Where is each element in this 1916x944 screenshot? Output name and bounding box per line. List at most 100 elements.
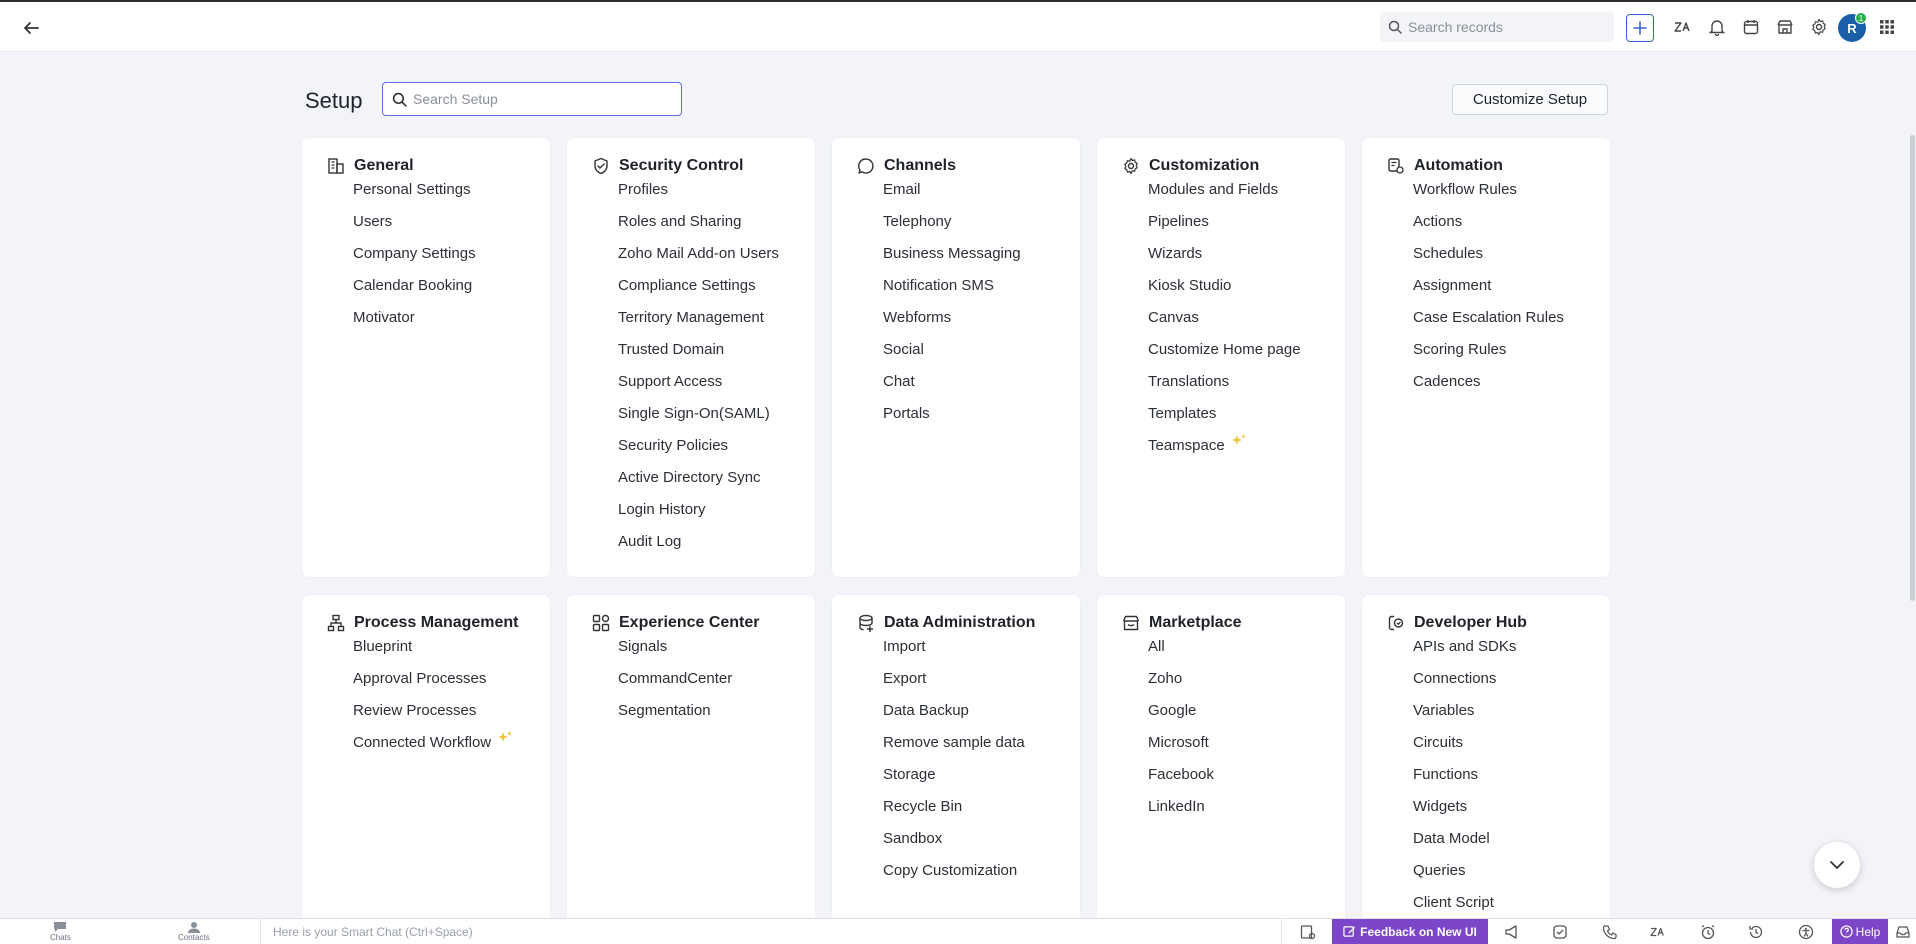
- search-records[interactable]: [1380, 12, 1614, 42]
- link-audit-log[interactable]: Audit Log: [618, 533, 779, 565]
- link-telephony[interactable]: Telephony: [883, 213, 1021, 245]
- link-kiosk-studio[interactable]: Kiosk Studio: [1148, 277, 1301, 309]
- inbox-button[interactable]: [1893, 922, 1913, 942]
- calls-button[interactable]: [1600, 922, 1620, 942]
- link-single-sign-on[interactable]: Single Sign-On(SAML): [618, 405, 779, 437]
- link-copy-customization[interactable]: Copy Customization: [883, 862, 1025, 894]
- link-connections[interactable]: Connections: [1413, 670, 1516, 702]
- link-assignment[interactable]: Assignment: [1413, 277, 1564, 309]
- link-territory-management[interactable]: Territory Management: [618, 309, 779, 341]
- link-cadences[interactable]: Cadences: [1413, 373, 1564, 405]
- link-facebook[interactable]: Facebook: [1148, 766, 1214, 798]
- link-apis-and-sdks[interactable]: APIs and SDKs: [1413, 638, 1516, 670]
- link-company-settings[interactable]: Company Settings: [353, 245, 476, 277]
- scroll-down-button[interactable]: [1814, 842, 1860, 888]
- link-scoring-rules[interactable]: Scoring Rules: [1413, 341, 1564, 373]
- link-import[interactable]: Import: [883, 638, 1025, 670]
- link-support-access[interactable]: Support Access: [618, 373, 779, 405]
- link-blueprint[interactable]: Blueprint: [353, 638, 513, 670]
- link-login-history[interactable]: Login History: [618, 501, 779, 533]
- link-portals[interactable]: Portals: [883, 405, 1021, 437]
- link-schedules[interactable]: Schedules: [1413, 245, 1564, 277]
- link-queries[interactable]: Queries: [1413, 862, 1516, 894]
- link-social[interactable]: Social: [883, 341, 1021, 373]
- bottom-tool-button[interactable]: [1298, 922, 1318, 942]
- reminders-button[interactable]: [1698, 922, 1718, 942]
- apps-button[interactable]: [1874, 14, 1900, 40]
- link-segmentation[interactable]: Segmentation: [618, 702, 732, 734]
- history-button[interactable]: [1746, 922, 1766, 942]
- link-connected-workflow[interactable]: Connected Workflow: [353, 731, 513, 766]
- calendar-button[interactable]: [1738, 14, 1764, 40]
- help-button[interactable]: Help: [1832, 919, 1888, 944]
- back-button[interactable]: [16, 14, 46, 42]
- link-notification-sms[interactable]: Notification SMS: [883, 277, 1021, 309]
- link-calendar-booking[interactable]: Calendar Booking: [353, 277, 476, 309]
- page-scrollbar[interactable]: [1910, 135, 1915, 601]
- link-customize-home-page[interactable]: Customize Home page: [1148, 341, 1301, 373]
- settings-button[interactable]: [1806, 14, 1832, 40]
- link-data-model[interactable]: Data Model: [1413, 830, 1516, 862]
- link-signals[interactable]: Signals: [618, 638, 732, 670]
- link-active-directory-sync[interactable]: Active Directory Sync: [618, 469, 779, 501]
- chats-button[interactable]: Chats: [50, 921, 71, 942]
- link-email[interactable]: Email: [883, 181, 1021, 213]
- link-trusted-domain[interactable]: Trusted Domain: [618, 341, 779, 373]
- link-recycle-bin[interactable]: Recycle Bin: [883, 798, 1025, 830]
- tasks-button[interactable]: [1550, 922, 1570, 942]
- link-google[interactable]: Google: [1148, 702, 1214, 734]
- marketplace-button[interactable]: [1772, 14, 1798, 40]
- link-roles-and-sharing[interactable]: Roles and Sharing: [618, 213, 779, 245]
- link-microsoft[interactable]: Microsoft: [1148, 734, 1214, 766]
- create-button[interactable]: [1626, 14, 1654, 42]
- link-chat[interactable]: Chat: [883, 373, 1021, 405]
- link-personal-settings[interactable]: Personal Settings: [353, 181, 476, 213]
- link-storage[interactable]: Storage: [883, 766, 1025, 798]
- accessibility-button[interactable]: [1796, 922, 1816, 942]
- link-motivator[interactable]: Motivator: [353, 309, 476, 341]
- link-security-policies[interactable]: Security Policies: [618, 437, 779, 469]
- link-data-backup[interactable]: Data Backup: [883, 702, 1025, 734]
- link-zoho-mail-addon-users[interactable]: Zoho Mail Add-on Users: [618, 245, 779, 277]
- link-commandcenter[interactable]: CommandCenter: [618, 670, 732, 702]
- link-case-escalation-rules[interactable]: Case Escalation Rules: [1413, 309, 1564, 341]
- link-approval-processes[interactable]: Approval Processes: [353, 670, 513, 702]
- link-review-processes[interactable]: Review Processes: [353, 702, 513, 734]
- link-sandbox[interactable]: Sandbox: [883, 830, 1025, 862]
- link-users[interactable]: Users: [353, 213, 476, 245]
- card-header: Data Administration: [856, 613, 1035, 633]
- setup-search[interactable]: [382, 82, 682, 116]
- link-teamspace[interactable]: Teamspace: [1148, 434, 1301, 469]
- announcements-button[interactable]: [1502, 922, 1522, 942]
- link-zoho[interactable]: Zoho: [1148, 670, 1214, 702]
- link-functions[interactable]: Functions: [1413, 766, 1516, 798]
- search-records-input[interactable]: [1408, 19, 1598, 35]
- link-webforms[interactable]: Webforms: [883, 309, 1021, 341]
- link-profiles[interactable]: Profiles: [618, 181, 779, 213]
- link-actions[interactable]: Actions: [1413, 213, 1564, 245]
- link-linkedin[interactable]: LinkedIn: [1148, 798, 1214, 830]
- feedback-button[interactable]: Feedback on New UI: [1332, 919, 1488, 944]
- link-widgets[interactable]: Widgets: [1413, 798, 1516, 830]
- link-wizards[interactable]: Wizards: [1148, 245, 1301, 277]
- link-variables[interactable]: Variables: [1413, 702, 1516, 734]
- contacts-button[interactable]: Contacts: [178, 921, 210, 942]
- link-workflow-rules[interactable]: Workflow Rules: [1413, 181, 1564, 213]
- smart-chat-input[interactable]: Here is your Smart Chat (Ctrl+Space): [260, 919, 1282, 944]
- link-business-messaging[interactable]: Business Messaging: [883, 245, 1021, 277]
- setup-search-input[interactable]: [413, 91, 673, 107]
- notifications-button[interactable]: [1704, 14, 1730, 40]
- customize-setup-button[interactable]: Customize Setup: [1452, 84, 1608, 115]
- link-templates[interactable]: Templates: [1148, 405, 1301, 437]
- link-modules-and-fields[interactable]: Modules and Fields: [1148, 181, 1301, 213]
- link-compliance-settings[interactable]: Compliance Settings: [618, 277, 779, 309]
- link-circuits[interactable]: Circuits: [1413, 734, 1516, 766]
- link-canvas[interactable]: Canvas: [1148, 309, 1301, 341]
- zia-bottom-button[interactable]: [1648, 922, 1668, 942]
- link-all[interactable]: All: [1148, 638, 1214, 670]
- link-translations[interactable]: Translations: [1148, 373, 1301, 405]
- link-export[interactable]: Export: [883, 670, 1025, 702]
- zia-button[interactable]: [1670, 14, 1696, 40]
- link-pipelines[interactable]: Pipelines: [1148, 213, 1301, 245]
- link-remove-sample-data[interactable]: Remove sample data: [883, 734, 1025, 766]
